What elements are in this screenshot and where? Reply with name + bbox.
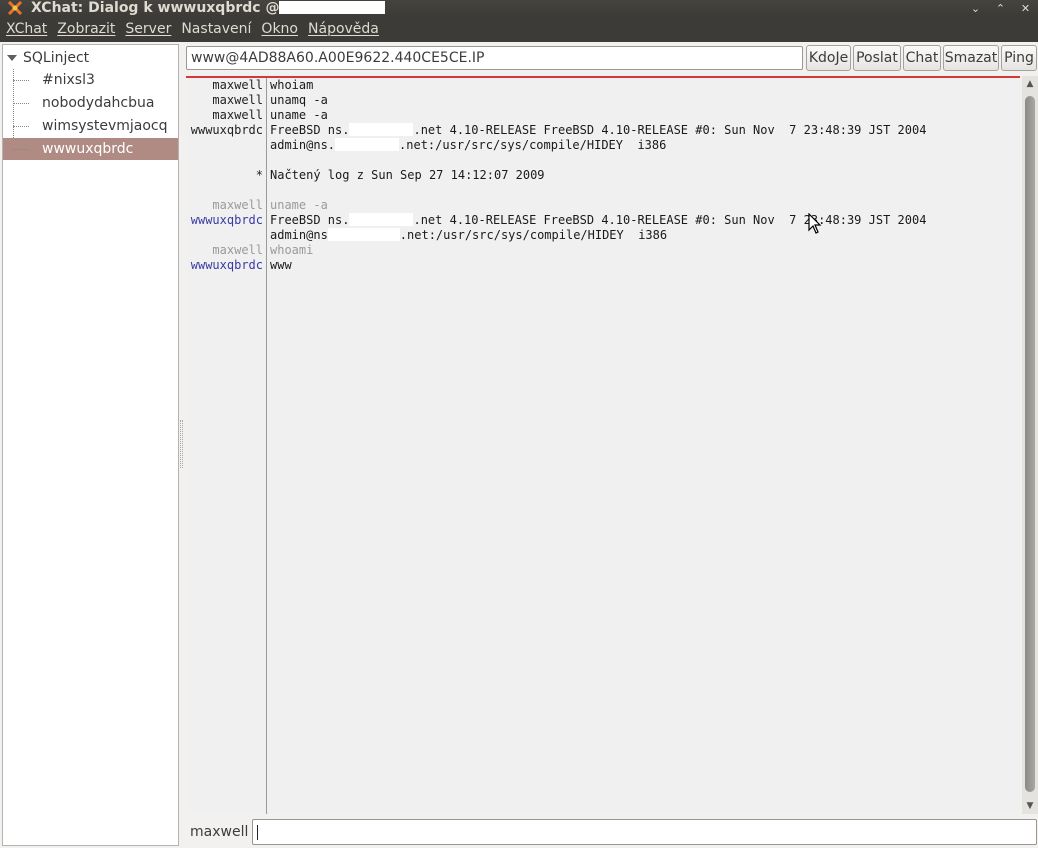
channel-tree[interactable]: SQLinject #nixsl3 nobodydahcbua wimsyste… bbox=[2, 44, 179, 846]
chat-message: FreeBSD ns. .net 4.10-RELEASE FreeBSD 4.1… bbox=[270, 213, 927, 227]
chat-nick: maxwell bbox=[212, 243, 263, 257]
chat-nick: wwwuxqbrdc bbox=[190, 258, 263, 272]
chat-line: maxwell uname -a bbox=[186, 108, 1020, 123]
menu-server[interactable]: Server bbox=[125, 21, 171, 37]
menu-okno[interactable]: Okno bbox=[261, 21, 298, 37]
tree-item-label: SQLinject bbox=[23, 50, 90, 66]
scrollbar-thumb[interactable] bbox=[1025, 96, 1035, 792]
text-caret bbox=[257, 825, 258, 840]
tree-item-wimsystevmjaocq[interactable]: wimsystevmjaocq bbox=[3, 115, 178, 137]
chat-nick: * bbox=[255, 168, 263, 182]
tree-item-wwwuxqbrdc[interactable]: wwwuxqbrdc bbox=[3, 138, 178, 160]
window-title: XChat: Dialog k wwwuxqbrdc @ bbox=[31, 0, 386, 16]
redacted-block bbox=[349, 123, 414, 136]
tree-item-label: wimsystevmjaocq bbox=[42, 118, 168, 134]
chat-nick: maxwell bbox=[212, 93, 263, 107]
tree-item-nobodydahcbua[interactable]: nobodydahcbua bbox=[3, 92, 178, 114]
chat-nick: maxwell bbox=[212, 78, 263, 92]
chat-nick: wwwuxqbrdc bbox=[190, 213, 263, 227]
chat-line: maxwell unamq -a bbox=[186, 93, 1020, 108]
redacted-block bbox=[335, 138, 400, 151]
menu-xchat[interactable]: XChat bbox=[6, 21, 47, 37]
topic-field[interactable]: www@4AD88A60.A00E9622.440CE5CE.IP bbox=[186, 46, 803, 70]
redacted-block bbox=[349, 213, 414, 226]
menubar: XChat Zobrazit Server Nastavení Okno Náp… bbox=[0, 16, 1038, 42]
nick-separator bbox=[266, 78, 267, 814]
tree-item-label: #nixsl3 bbox=[42, 72, 95, 88]
chat-message: whoami bbox=[270, 243, 314, 257]
scroll-down-icon[interactable]: ▼ bbox=[1025, 801, 1035, 811]
chat-message: admin@ns .net:/usr/src/sys/compile/HIDEY … bbox=[270, 228, 668, 242]
redacted-block bbox=[279, 1, 386, 14]
close-icon[interactable]: ✕ bbox=[1017, 0, 1034, 16]
clear-button[interactable]: Smazat bbox=[943, 45, 999, 71]
whois-button[interactable]: KdoJe bbox=[806, 45, 851, 71]
window-titlebar: XChat: Dialog k wwwuxqbrdc @ ⌄ ⌃ ✕ bbox=[0, 0, 1038, 16]
chat-message: www bbox=[270, 258, 292, 272]
maximize-icon[interactable]: ⌃ bbox=[992, 0, 1009, 16]
chat-line: admin@ns .net:/usr/src/sys/compile/HIDEY … bbox=[186, 228, 1020, 243]
chat-message: uname -a bbox=[270, 108, 328, 122]
chat-message: Načtený log z Sun Sep 27 14:12:07 2009 bbox=[270, 168, 545, 182]
message-input[interactable] bbox=[252, 819, 1037, 845]
redacted-block bbox=[327, 228, 400, 241]
chat-message: whoiam bbox=[270, 78, 314, 92]
tree-item-nixsl3[interactable]: #nixsl3 bbox=[3, 69, 178, 91]
chat-nick: maxwell bbox=[212, 198, 263, 212]
chat-text-area[interactable]: maxwell whoiam maxwell unamq -a maxwell … bbox=[186, 78, 1020, 814]
chat-nick: maxwell bbox=[212, 108, 263, 122]
send-button[interactable]: Poslat bbox=[853, 45, 901, 71]
pane-splitter[interactable] bbox=[180, 420, 183, 468]
chat-line: maxwell whoiam bbox=[186, 78, 1020, 93]
chat-line: wwwuxqbrdc www bbox=[186, 258, 1020, 273]
chat-line: maxwell uname -a bbox=[186, 198, 1020, 213]
menu-nastaveni[interactable]: Nastavení bbox=[181, 21, 251, 37]
chat-message: uname -a bbox=[270, 198, 328, 212]
chat-message: unamq -a bbox=[270, 93, 328, 107]
chat-button[interactable]: Chat bbox=[903, 45, 941, 71]
chat-line: maxwell whoami bbox=[186, 243, 1020, 258]
minimize-icon[interactable]: ⌄ bbox=[967, 0, 984, 16]
chat-line: admin@ns. .net:/usr/src/sys/compile/HIDEY… bbox=[186, 138, 1020, 153]
chat-line: wwwuxqbrdc FreeBSD ns. .net 4.10-RELEASE … bbox=[186, 123, 1020, 138]
mouse-cursor-icon bbox=[808, 213, 822, 234]
ping-button[interactable]: Ping bbox=[1001, 45, 1037, 71]
tree-item-label: wwwuxqbrdc bbox=[42, 141, 134, 157]
scroll-up-icon[interactable]: ▲ bbox=[1025, 79, 1035, 89]
expander-icon[interactable] bbox=[7, 55, 17, 61]
chat-line: wwwuxqbrdc FreeBSD ns. .net 4.10-RELEASE … bbox=[186, 213, 1020, 228]
menu-zobrazit[interactable]: Zobrazit bbox=[57, 21, 115, 37]
tree-server-sqlinject[interactable]: SQLinject bbox=[3, 47, 178, 69]
chat-message: admin@ns. .net:/usr/src/sys/compile/HIDEY… bbox=[270, 138, 667, 152]
xchat-logo-icon bbox=[6, 1, 24, 15]
chat-nick: wwwuxqbrdc bbox=[190, 123, 263, 137]
nick-label[interactable]: maxwell bbox=[190, 822, 248, 842]
chat-line: * Načtený log z Sun Sep 27 14:12:07 2009 bbox=[186, 168, 1020, 183]
chat-scrollbar[interactable]: ▲ ▼ bbox=[1022, 76, 1038, 814]
tree-item-label: nobodydahcbua bbox=[42, 95, 155, 111]
menu-napoveda[interactable]: Nápověda bbox=[308, 21, 379, 37]
chat-message: FreeBSD ns. .net 4.10-RELEASE FreeBSD 4.1… bbox=[270, 123, 927, 137]
